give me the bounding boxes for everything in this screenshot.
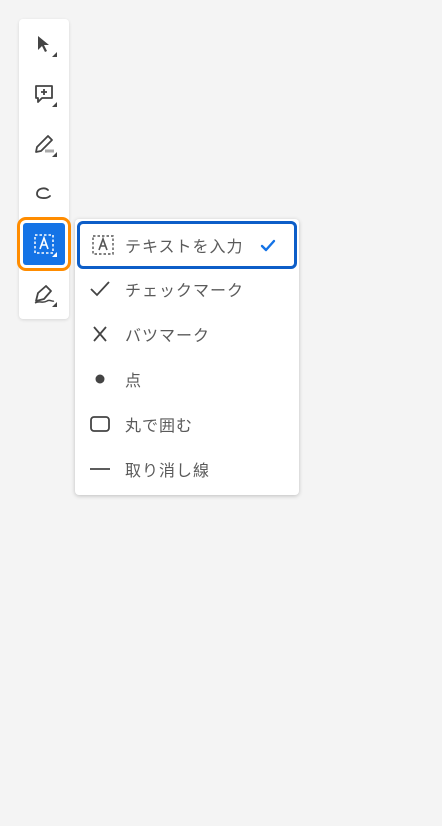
submenu-corner-indicator: [52, 152, 57, 157]
submenu-corner-indicator: [52, 252, 57, 257]
menu-item-x-mark[interactable]: バツマーク: [75, 311, 299, 356]
checkmark-selected-icon: [260, 238, 276, 257]
menu-item-label: チェックマーク: [125, 280, 245, 300]
freehand-draw-icon: [36, 187, 51, 199]
menu-item-label: 丸で囲む: [125, 415, 194, 435]
text-box-icon: [80, 223, 125, 268]
text-tool-button[interactable]: [17, 217, 71, 271]
menu-item-label: テキストを入力: [125, 237, 244, 256]
draw-tool-button[interactable]: [23, 173, 65, 215]
sign-tool-button[interactable]: [23, 273, 65, 315]
submenu-corner-indicator: [52, 52, 57, 57]
menu-item-strikethrough[interactable]: 取り消し線: [75, 446, 299, 491]
submenu-corner-indicator: [52, 302, 57, 307]
menu-item-checkmark[interactable]: チェックマーク: [75, 266, 299, 311]
highlight-tool-button[interactable]: [23, 123, 65, 165]
menu-item-label: バツマーク: [125, 325, 211, 345]
menu-item-dot[interactable]: 点: [75, 356, 299, 401]
vertical-toolbar: [17, 19, 71, 319]
dot-icon: [75, 356, 125, 401]
strikethrough-line-icon: [75, 446, 125, 491]
select-tool-button[interactable]: [23, 23, 65, 65]
checkmark-icon: [75, 266, 125, 311]
add-comment-tool-button[interactable]: [23, 73, 65, 115]
rounded-rect-icon: [75, 401, 125, 446]
menu-item-enter-text[interactable]: テキストを入力: [77, 221, 297, 269]
menu-item-label: 取り消し線: [125, 460, 211, 480]
text-tool-dropdown-menu: テキストを入力 チェックマーク バツマーク 点 丸で囲む 取り消し線: [75, 219, 299, 495]
arrow-cursor-icon: [38, 36, 49, 52]
submenu-corner-indicator: [52, 102, 57, 107]
menu-item-circle[interactable]: 丸で囲む: [75, 401, 299, 446]
menu-item-label: 点: [125, 370, 143, 390]
x-mark-icon: [75, 311, 125, 356]
